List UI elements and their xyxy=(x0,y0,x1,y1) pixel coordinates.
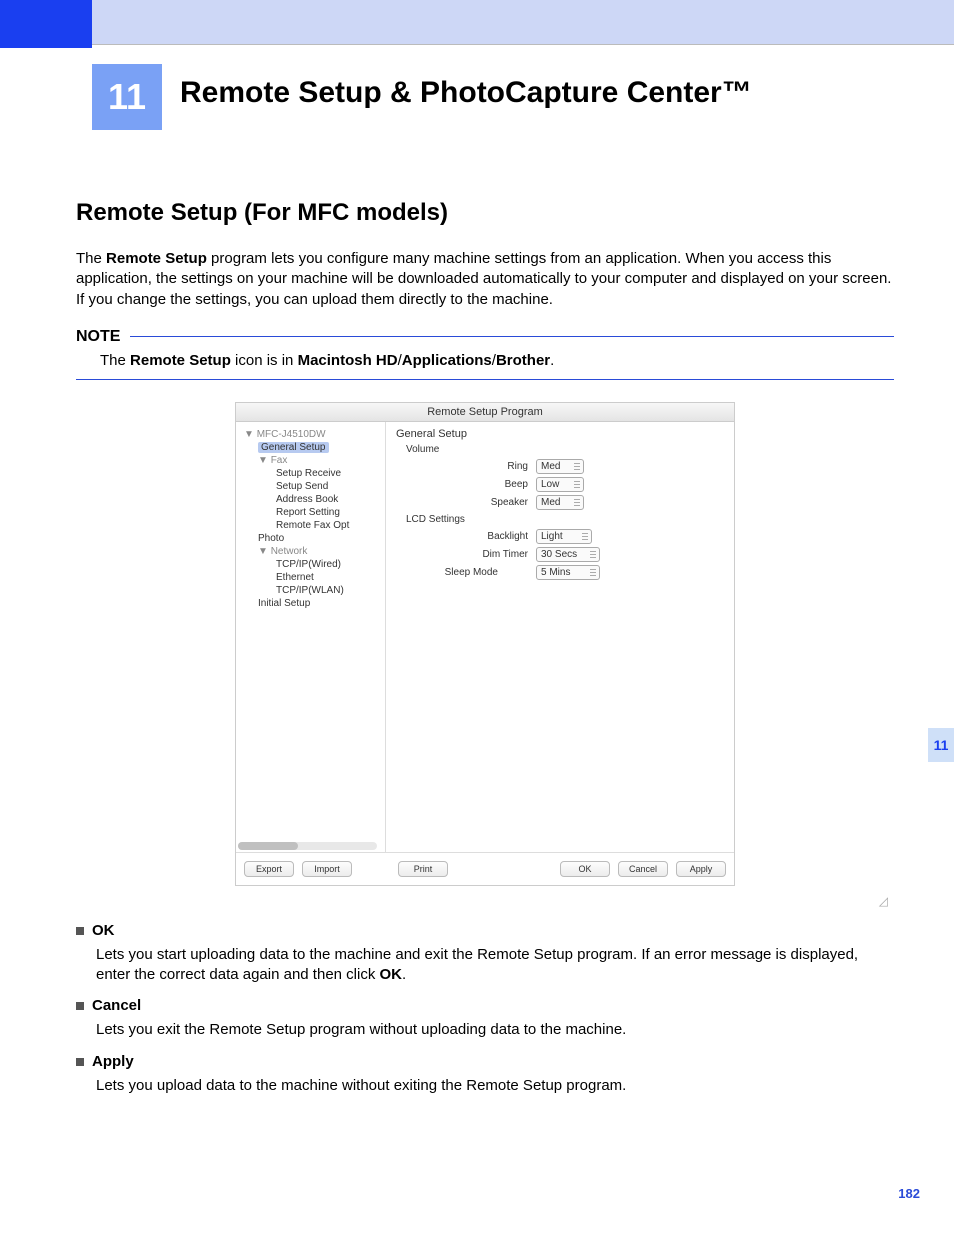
panel-volume-group: Volume xyxy=(406,444,724,455)
intro-bold: Remote Setup xyxy=(106,250,207,267)
tree-net-item[interactable]: Ethernet xyxy=(240,571,381,584)
def-ok-title: OK xyxy=(92,922,115,939)
speaker-select[interactable]: Med xyxy=(536,495,584,510)
bullet-icon xyxy=(76,927,84,935)
tree-net-item[interactable]: TCP/IP(Wired) xyxy=(240,558,381,571)
tree-fax-item[interactable]: Address Book xyxy=(240,493,381,506)
tree-root[interactable]: ▼ MFC-J4510DW xyxy=(240,428,381,441)
def-cancel: Cancel Lets you exit the Remote Setup pr… xyxy=(76,997,894,1040)
section-heading: Remote Setup (For MFC models) xyxy=(76,199,894,227)
panel-heading: General Setup xyxy=(396,428,724,440)
print-button[interactable]: Print xyxy=(398,861,448,877)
settings-panel: General Setup Volume RingMed BeepLow Spe… xyxy=(386,422,734,852)
ring-select[interactable]: Med xyxy=(536,459,584,474)
header-accent-light xyxy=(92,0,954,45)
page-content: Remote Setup (For MFC models) The Remote… xyxy=(0,143,954,1096)
beep-label: Beep xyxy=(396,479,536,490)
note-period: . xyxy=(550,352,554,369)
cancel-button[interactable]: Cancel xyxy=(618,861,668,877)
def-cancel-body: Lets you exit the Remote Setup program w… xyxy=(76,1020,894,1040)
note-t2: icon is in xyxy=(231,352,298,369)
note-t1: The xyxy=(100,352,130,369)
header-accent-dark xyxy=(0,0,92,48)
def-ok: OK Lets you start uploading data to the … xyxy=(76,922,894,986)
beep-select[interactable]: Low xyxy=(536,477,584,492)
def-apply-title: Apply xyxy=(92,1053,134,1070)
panel-lcd-group: LCD Settings xyxy=(406,514,724,525)
tree-fax-item[interactable]: Setup Send xyxy=(240,480,381,493)
def-ok-t1: Lets you start uploading data to the mac… xyxy=(96,946,858,983)
bullet-icon xyxy=(76,1002,84,1010)
tree-network-label: Network xyxy=(271,546,308,557)
intro-paragraph: The Remote Setup program lets you config… xyxy=(76,249,894,310)
tree-root-label: MFC-J4510DW xyxy=(257,429,326,440)
tree-network[interactable]: ▼ Network xyxy=(240,545,381,558)
thumb-tab: 11 xyxy=(928,728,954,762)
import-button[interactable]: Import xyxy=(302,861,352,877)
tree-fax-item[interactable]: Setup Receive xyxy=(240,467,381,480)
chapter-title: Remote Setup & PhotoCapture Center™ xyxy=(180,76,752,110)
export-button[interactable]: Export xyxy=(244,861,294,877)
settings-tree[interactable]: ▼ MFC-J4510DW General Setup ▼ Fax Setup … xyxy=(236,422,386,852)
tree-initial-setup[interactable]: Initial Setup xyxy=(240,597,381,610)
tree-net-item[interactable]: TCP/IP(WLAN) xyxy=(240,584,381,597)
dimtimer-label: Dim Timer xyxy=(396,549,536,560)
def-apply-body: Lets you upload data to the machine with… xyxy=(76,1076,894,1096)
ring-label: Ring xyxy=(396,461,536,472)
def-apply: Apply Lets you upload data to the machin… xyxy=(76,1053,894,1096)
dimtimer-select[interactable]: 30 Secs xyxy=(536,547,600,562)
resize-grip-icon: ◿ xyxy=(76,892,894,910)
note-label: NOTE xyxy=(76,328,120,346)
button-definitions: OK Lets you start uploading data to the … xyxy=(76,922,894,1096)
note-block: NOTE The Remote Setup icon is in Macinto… xyxy=(76,328,894,380)
page-number: 182 xyxy=(898,1186,920,1201)
note-rule xyxy=(130,336,894,337)
tree-scrollbar[interactable] xyxy=(238,842,377,850)
speaker-label: Speaker xyxy=(396,497,536,508)
note-body: The Remote Setup icon is in Macintosh HD… xyxy=(76,346,894,380)
def-ok-b1: OK xyxy=(380,966,403,983)
tree-fax-item[interactable]: Report Setting xyxy=(240,506,381,519)
def-cancel-title: Cancel xyxy=(92,997,141,1014)
remote-setup-screenshot: Remote Setup Program ▼ MFC-J4510DW Gener… xyxy=(235,402,735,886)
bullet-icon xyxy=(76,1058,84,1066)
backlight-label: Backlight xyxy=(396,531,536,542)
note-b3: Applications xyxy=(402,352,492,369)
chapter-header: 11 Remote Setup & PhotoCapture Center™ xyxy=(0,48,954,143)
page-header xyxy=(0,0,954,48)
tree-fax-item[interactable]: Remote Fax Opt xyxy=(240,519,381,532)
tree-fax[interactable]: ▼ Fax xyxy=(240,454,381,467)
dialog-footer: Export Import Print OK Cancel Apply xyxy=(236,852,734,885)
note-b2: Macintosh HD xyxy=(298,352,398,369)
tree-general-setup[interactable]: General Setup xyxy=(240,441,381,454)
tree-fax-label: Fax xyxy=(271,455,288,466)
sleepmode-label: Sleep Mode xyxy=(396,567,506,578)
window-title: Remote Setup Program xyxy=(236,403,734,422)
def-ok-t2: . xyxy=(402,966,406,983)
ok-button[interactable]: OK xyxy=(560,861,610,877)
note-b1: Remote Setup xyxy=(130,352,231,369)
apply-button[interactable]: Apply xyxy=(676,861,726,877)
tree-photo[interactable]: Photo xyxy=(240,532,381,545)
intro-pre: The xyxy=(76,250,106,267)
chapter-number-badge: 11 xyxy=(92,64,162,130)
tree-selected-label: General Setup xyxy=(258,442,329,453)
sleepmode-select[interactable]: 5 Mins xyxy=(536,565,600,580)
def-ok-body: Lets you start uploading data to the mac… xyxy=(76,945,894,986)
note-b4: Brother xyxy=(496,352,550,369)
backlight-select[interactable]: Light xyxy=(536,529,592,544)
